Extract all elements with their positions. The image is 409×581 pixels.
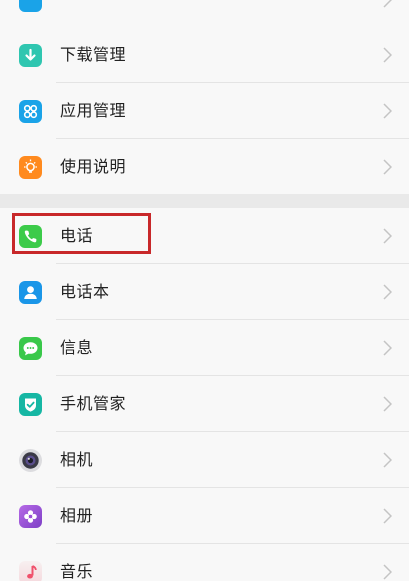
chevron-right-icon: [382, 0, 393, 8]
settings-group-top: [0, 0, 409, 28]
chevron-right-icon: [382, 564, 393, 580]
chevron-right-icon: [382, 396, 393, 412]
chevron-right-icon: [382, 508, 393, 524]
settings-screen: 下载管理 应用管理 使用说明 电话 电话本 信息 手机管家 相机 相册 音乐: [0, 0, 409, 581]
chevron-right-icon: [382, 47, 393, 63]
settings-item-label: 使用说明: [60, 157, 127, 176]
settings-item-label: 手机管家: [60, 394, 127, 413]
settings-item-music[interactable]: 音乐: [0, 544, 409, 581]
settings-item-label: 音乐: [60, 562, 94, 581]
contacts-icon: [19, 281, 42, 304]
settings-item-label: 应用管理: [60, 101, 127, 120]
camera-icon: [19, 449, 42, 472]
chevron-right-icon: [382, 159, 393, 175]
settings-item-camera[interactable]: 相机: [0, 432, 409, 488]
flower-icon: [19, 505, 42, 528]
settings-item-user-guide[interactable]: 使用说明: [0, 139, 409, 195]
settings-item-messages[interactable]: 信息: [0, 320, 409, 376]
settings-group-2: 电话 电话本 信息 手机管家 相机 相册 音乐: [0, 208, 409, 581]
music-note-icon: [19, 561, 42, 581]
download-icon: [19, 44, 42, 67]
settings-item-label: 电话本: [60, 282, 110, 301]
message-icon: [19, 337, 42, 360]
settings-item-partial[interactable]: [0, 0, 409, 28]
settings-item-app-manager[interactable]: 应用管理: [0, 83, 409, 139]
settings-item-label: 下载管理: [60, 45, 127, 64]
chevron-right-icon: [382, 103, 393, 119]
settings-item-phone-manager[interactable]: 手机管家: [0, 376, 409, 432]
settings-item-label: 相册: [60, 506, 94, 525]
settings-item-gallery[interactable]: 相册: [0, 488, 409, 544]
settings-item-label: 电话: [60, 226, 94, 245]
chevron-right-icon: [382, 284, 393, 300]
phone-icon: [19, 225, 42, 248]
chevron-right-icon: [382, 452, 393, 468]
apps-grid-icon: [19, 100, 42, 123]
chevron-right-icon: [382, 340, 393, 356]
section-gap: [0, 194, 409, 208]
settings-item-label: 相机: [60, 450, 94, 469]
settings-group-1: 下载管理 应用管理 使用说明: [0, 27, 409, 195]
partial-app-icon: [19, 0, 42, 12]
settings-item-contacts[interactable]: 电话本: [0, 264, 409, 320]
chevron-right-icon: [382, 228, 393, 244]
settings-item-label: 信息: [60, 338, 94, 357]
settings-item-download-manager[interactable]: 下载管理: [0, 27, 409, 83]
shield-icon: [19, 393, 42, 416]
lightbulb-icon: [19, 156, 42, 179]
settings-item-phone[interactable]: 电话: [0, 208, 409, 264]
